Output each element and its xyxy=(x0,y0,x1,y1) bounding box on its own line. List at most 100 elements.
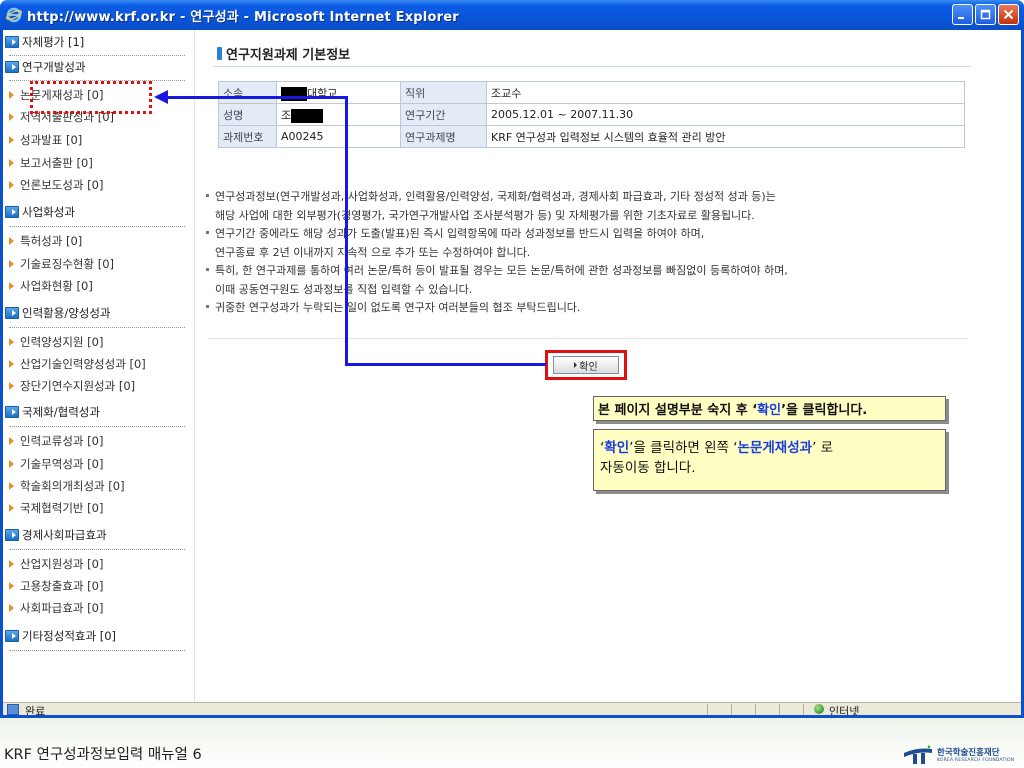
maximize-button[interactable] xyxy=(975,4,996,25)
project-info-table: 소속 대학교 직위 조교수 성명 조 연구기간 2005.12.01 ~ 200… xyxy=(218,81,965,148)
notice-line: 이때 공동연구원도 성과정보를 직접 입력할 수 있습니다. xyxy=(215,282,473,296)
sidebar-item-press[interactable]: 언론보도성과 [0] xyxy=(3,176,194,194)
sidebar-section-other-qualitative[interactable]: 기타정성적효과 [0] xyxy=(3,626,194,646)
instruction-callout: ‘확인’을 클릭하면 왼쪽 ‘논문게재성과’ 로 자동이동 합니다. xyxy=(593,429,946,491)
sidebar-item-hr-support[interactable]: 인력양성지원 [0] xyxy=(3,333,194,351)
arrow-right-icon xyxy=(9,482,14,490)
sidebar-item-label: 성과발표 [0] xyxy=(20,133,83,147)
internet-zone-icon xyxy=(814,704,824,714)
sidebar-item-label: 사업화현황 [0] xyxy=(20,279,93,293)
sidebar-item-label: 기술료징수현황 [0] xyxy=(20,257,115,271)
sidebar-item-label: 인력양성지원 [0] xyxy=(20,335,104,349)
sidebar-divider xyxy=(9,226,185,227)
sidebar-divider xyxy=(9,327,185,328)
sidebar-section-label: 인력활용/양성성과 xyxy=(22,306,111,320)
sidebar-section-self-evaluation[interactable]: 자체평가 [1] xyxy=(3,32,194,52)
arrow-right-icon xyxy=(9,181,14,189)
minimize-icon xyxy=(958,17,964,19)
sidebar-item-social-impact[interactable]: 사회파급효과 [0] xyxy=(3,599,194,617)
annotation-confirm-highlight: 확인 xyxy=(545,350,627,380)
sidebar-menu: 자체평가 [1] 연구개발성과 논문게재성과 [0] 저역서출판성과 [0] 성… xyxy=(3,30,195,702)
window-title: http://www.krf.or.kr - 연구성과 - Microsoft … xyxy=(27,9,459,25)
arrow-right-icon xyxy=(9,560,14,568)
sidebar-item-patent[interactable]: 특허성과 [0] xyxy=(3,232,194,250)
sidebar-section-label: 자체평가 [1] xyxy=(22,35,85,49)
internet-explorer-icon xyxy=(6,7,22,23)
notice-line: 해당 사업에 대한 외부평가(경영평가, 국가연구개발사업 조사분석평가 등) … xyxy=(215,208,755,222)
arrow-right-icon xyxy=(9,159,14,167)
sidebar-section-commercialization[interactable]: 사업화성과 xyxy=(3,202,194,222)
window-titlebar[interactable]: http://www.krf.or.kr - 연구성과 - Microsoft … xyxy=(0,0,1024,30)
confirm-button[interactable]: 확인 xyxy=(553,356,619,374)
logo-subtitle: KOREA RESEARCH FOUNDATION xyxy=(937,758,1015,763)
table-cell-position: 조교수 xyxy=(486,81,965,104)
sidebar-item-industry-support[interactable]: 산업지원성과 [0] xyxy=(3,555,194,573)
status-bar: 완료 인터넷 xyxy=(3,702,1021,718)
table-label: 연구기간 xyxy=(400,103,487,126)
sidebar-divider xyxy=(9,549,185,550)
redaction-mask xyxy=(291,108,324,123)
close-icon xyxy=(1003,9,1014,20)
confirm-button-label: 확인 xyxy=(579,361,598,373)
sidebar-section-label: 국제화/협력성과 xyxy=(22,405,100,419)
notice-line: 연구성과정보(연구개발성과, 사업화성과, 인력활용/인력양성, 국제화/협력성… xyxy=(204,188,984,207)
instruction-callout: 본 페이지 설명부분 숙지 후 ‘확인 ’을 클릭합니다. xyxy=(593,396,946,421)
table-label: 과제번호 xyxy=(218,125,277,148)
arrow-right-icon xyxy=(9,504,14,512)
arrow-right-icon xyxy=(9,360,14,368)
sidebar-section-human-resources[interactable]: 인력활용/양성성과 xyxy=(3,303,194,323)
krf-logo-mark-icon xyxy=(904,745,932,764)
table-label: 연구과제명 xyxy=(400,125,487,148)
sidebar-item-training-support[interactable]: 장단기연수지원성과 [0] xyxy=(3,377,194,395)
section-folder-icon xyxy=(5,406,19,418)
sidebar-item-exchange[interactable]: 인력교류성과 [0] xyxy=(3,432,194,450)
sidebar-item-industry-training[interactable]: 산업기술인력양성성과 [0] xyxy=(3,355,194,373)
sidebar-section-socioeconomic[interactable]: 경제사회파급효과 xyxy=(3,525,194,545)
close-button[interactable] xyxy=(998,4,1019,25)
notice-line: 연구기간 중에라도 해당 성과가 도출(발표)된 즉시 입력항목에 따라 성과정… xyxy=(204,225,984,244)
arrow-right-icon xyxy=(9,460,14,468)
sidebar-section-label: 기타정성적효과 [0] xyxy=(22,629,117,643)
maximize-icon xyxy=(980,9,991,20)
sidebar-section-international[interactable]: 국제화/협력성과 xyxy=(3,402,194,422)
notice-line: 특히, 한 연구과제를 통하여 여러 논문/특허 등이 발표될 경우는 모든 논… xyxy=(204,262,984,281)
bullet-icon xyxy=(206,268,209,271)
sidebar-divider xyxy=(9,650,185,651)
notice-line: 귀중한 연구성과가 누락되는 일이 없도록 연구자 여러분들의 협조 부탁드립니… xyxy=(204,299,984,318)
page-done-icon xyxy=(7,704,19,715)
sidebar-item-royalty[interactable]: 기술료징수현황 [0] xyxy=(3,255,194,273)
sidebar-item-presentation[interactable]: 성과발표 [0] xyxy=(3,131,194,149)
table-row: 성명 조 연구기간 2005.12.01 ~ 2007.11.30 xyxy=(218,103,965,126)
sidebar-item-label: 산업기술인력양성성과 [0] xyxy=(20,357,146,371)
arrow-right-icon xyxy=(9,582,14,590)
table-label: 소속 xyxy=(218,81,277,104)
page-title-text: 연구지원과제 기본정보 xyxy=(226,48,351,63)
sidebar-item-conference[interactable]: 학술회의개최성과 [0] xyxy=(3,477,194,495)
sidebar-item-report[interactable]: 보고서출판 [0] xyxy=(3,154,194,172)
sidebar-item-business[interactable]: 사업화현황 [0] xyxy=(3,277,194,295)
sidebar-item-label: 산업지원성과 [0] xyxy=(20,557,104,571)
title-marker-icon xyxy=(217,47,222,60)
sidebar-section-rnd-results[interactable]: 연구개발성과 xyxy=(3,57,194,77)
table-cell-affiliation: 대학교 xyxy=(276,81,401,104)
logo-name: 한국학술진흥재단 xyxy=(937,748,1000,758)
sidebar-item-employment[interactable]: 고용창출효과 [0] xyxy=(3,577,194,595)
sidebar-item-tech-trade[interactable]: 기술무역성과 [0] xyxy=(3,455,194,473)
bullet-icon xyxy=(206,194,209,197)
annotation-highlight-box xyxy=(30,81,152,114)
minimize-button[interactable] xyxy=(952,4,973,25)
arrow-right-icon xyxy=(9,437,14,445)
sidebar-item-label: 장단기연수지원성과 [0] xyxy=(20,379,136,393)
bullet-icon xyxy=(206,305,209,308)
table-row: 소속 대학교 직위 조교수 xyxy=(218,81,965,104)
arrow-right-icon xyxy=(9,237,14,245)
sidebar-section-label: 연구개발성과 xyxy=(22,60,86,74)
slide-footer: KRF 연구성과정보입력 매뉴얼 6 한국학술진흥재단 KOREA RESEAR… xyxy=(0,718,1024,768)
arrow-right-icon xyxy=(9,91,14,99)
arrow-right-icon xyxy=(9,282,14,290)
arrow-right-icon xyxy=(9,338,14,346)
table-cell-project-title: KRF 연구성과 입력정보 시스템의 효율적 관리 방안 xyxy=(486,125,965,148)
sidebar-item-intl-cooperation[interactable]: 국제협력기반 [0] xyxy=(3,499,194,517)
bullet-icon xyxy=(206,231,209,234)
sidebar-section-label: 사업화성과 xyxy=(22,205,75,219)
